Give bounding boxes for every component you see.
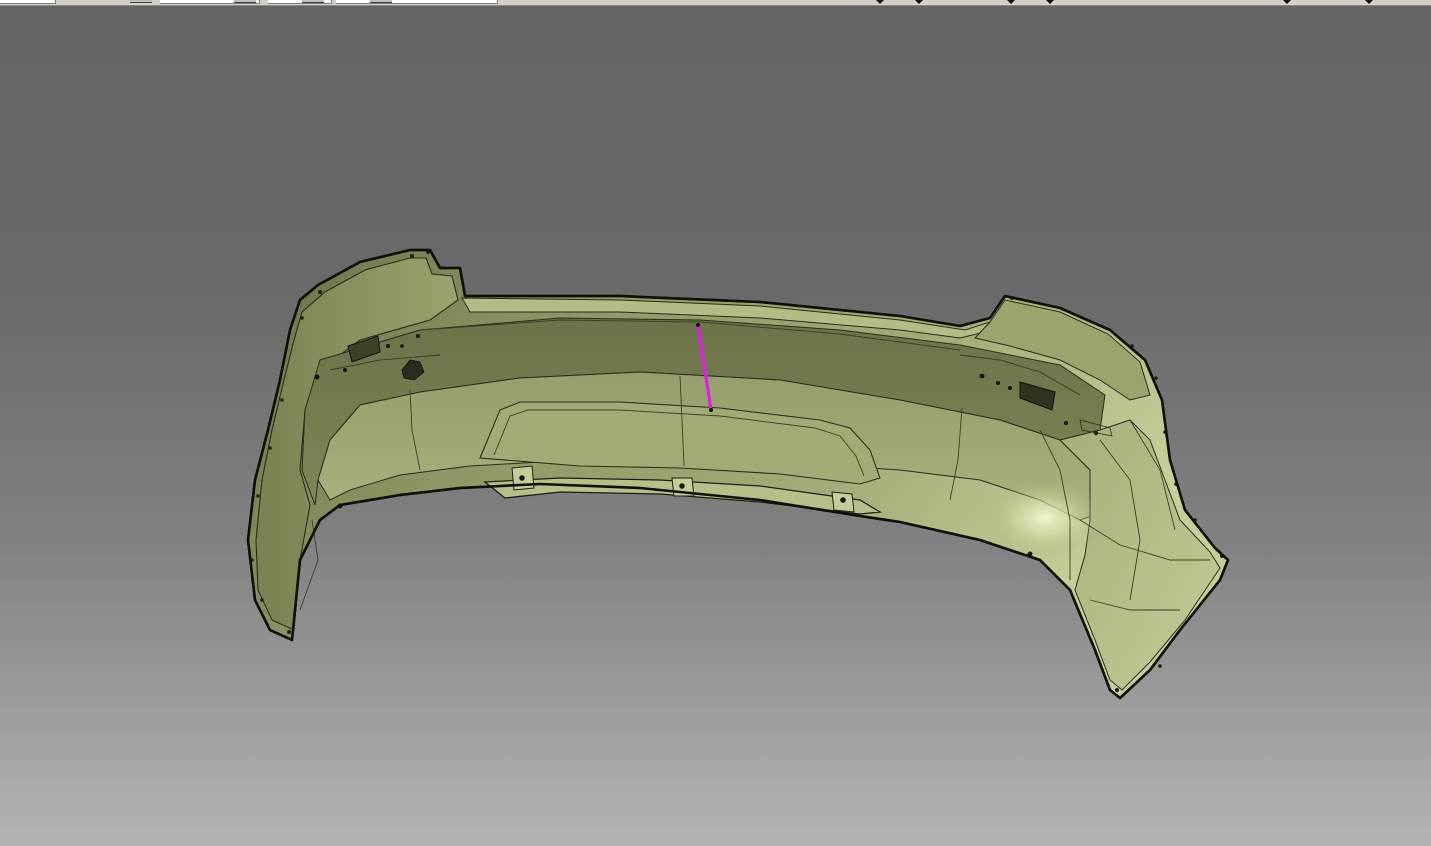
toolbar-button[interactable]	[370, 0, 392, 3]
toolbar-button[interactable]	[302, 0, 324, 3]
chevron-down-icon[interactable]	[1046, 0, 1054, 4]
chevron-down-icon[interactable]	[876, 0, 884, 4]
toolbar-field[interactable]	[0, 0, 56, 4]
toolbar-button[interactable]	[130, 0, 152, 3]
chevron-down-icon[interactable]	[1283, 0, 1291, 4]
chevron-down-icon[interactable]	[915, 0, 923, 4]
3d-viewport[interactable]	[0, 6, 1431, 846]
model-canvas[interactable]	[0, 6, 1431, 846]
chevron-down-icon[interactable]	[1007, 0, 1015, 4]
toolbar-button[interactable]	[234, 0, 256, 3]
toolbar-field[interactable]	[336, 0, 498, 4]
chevron-down-icon[interactable]	[1365, 0, 1373, 4]
